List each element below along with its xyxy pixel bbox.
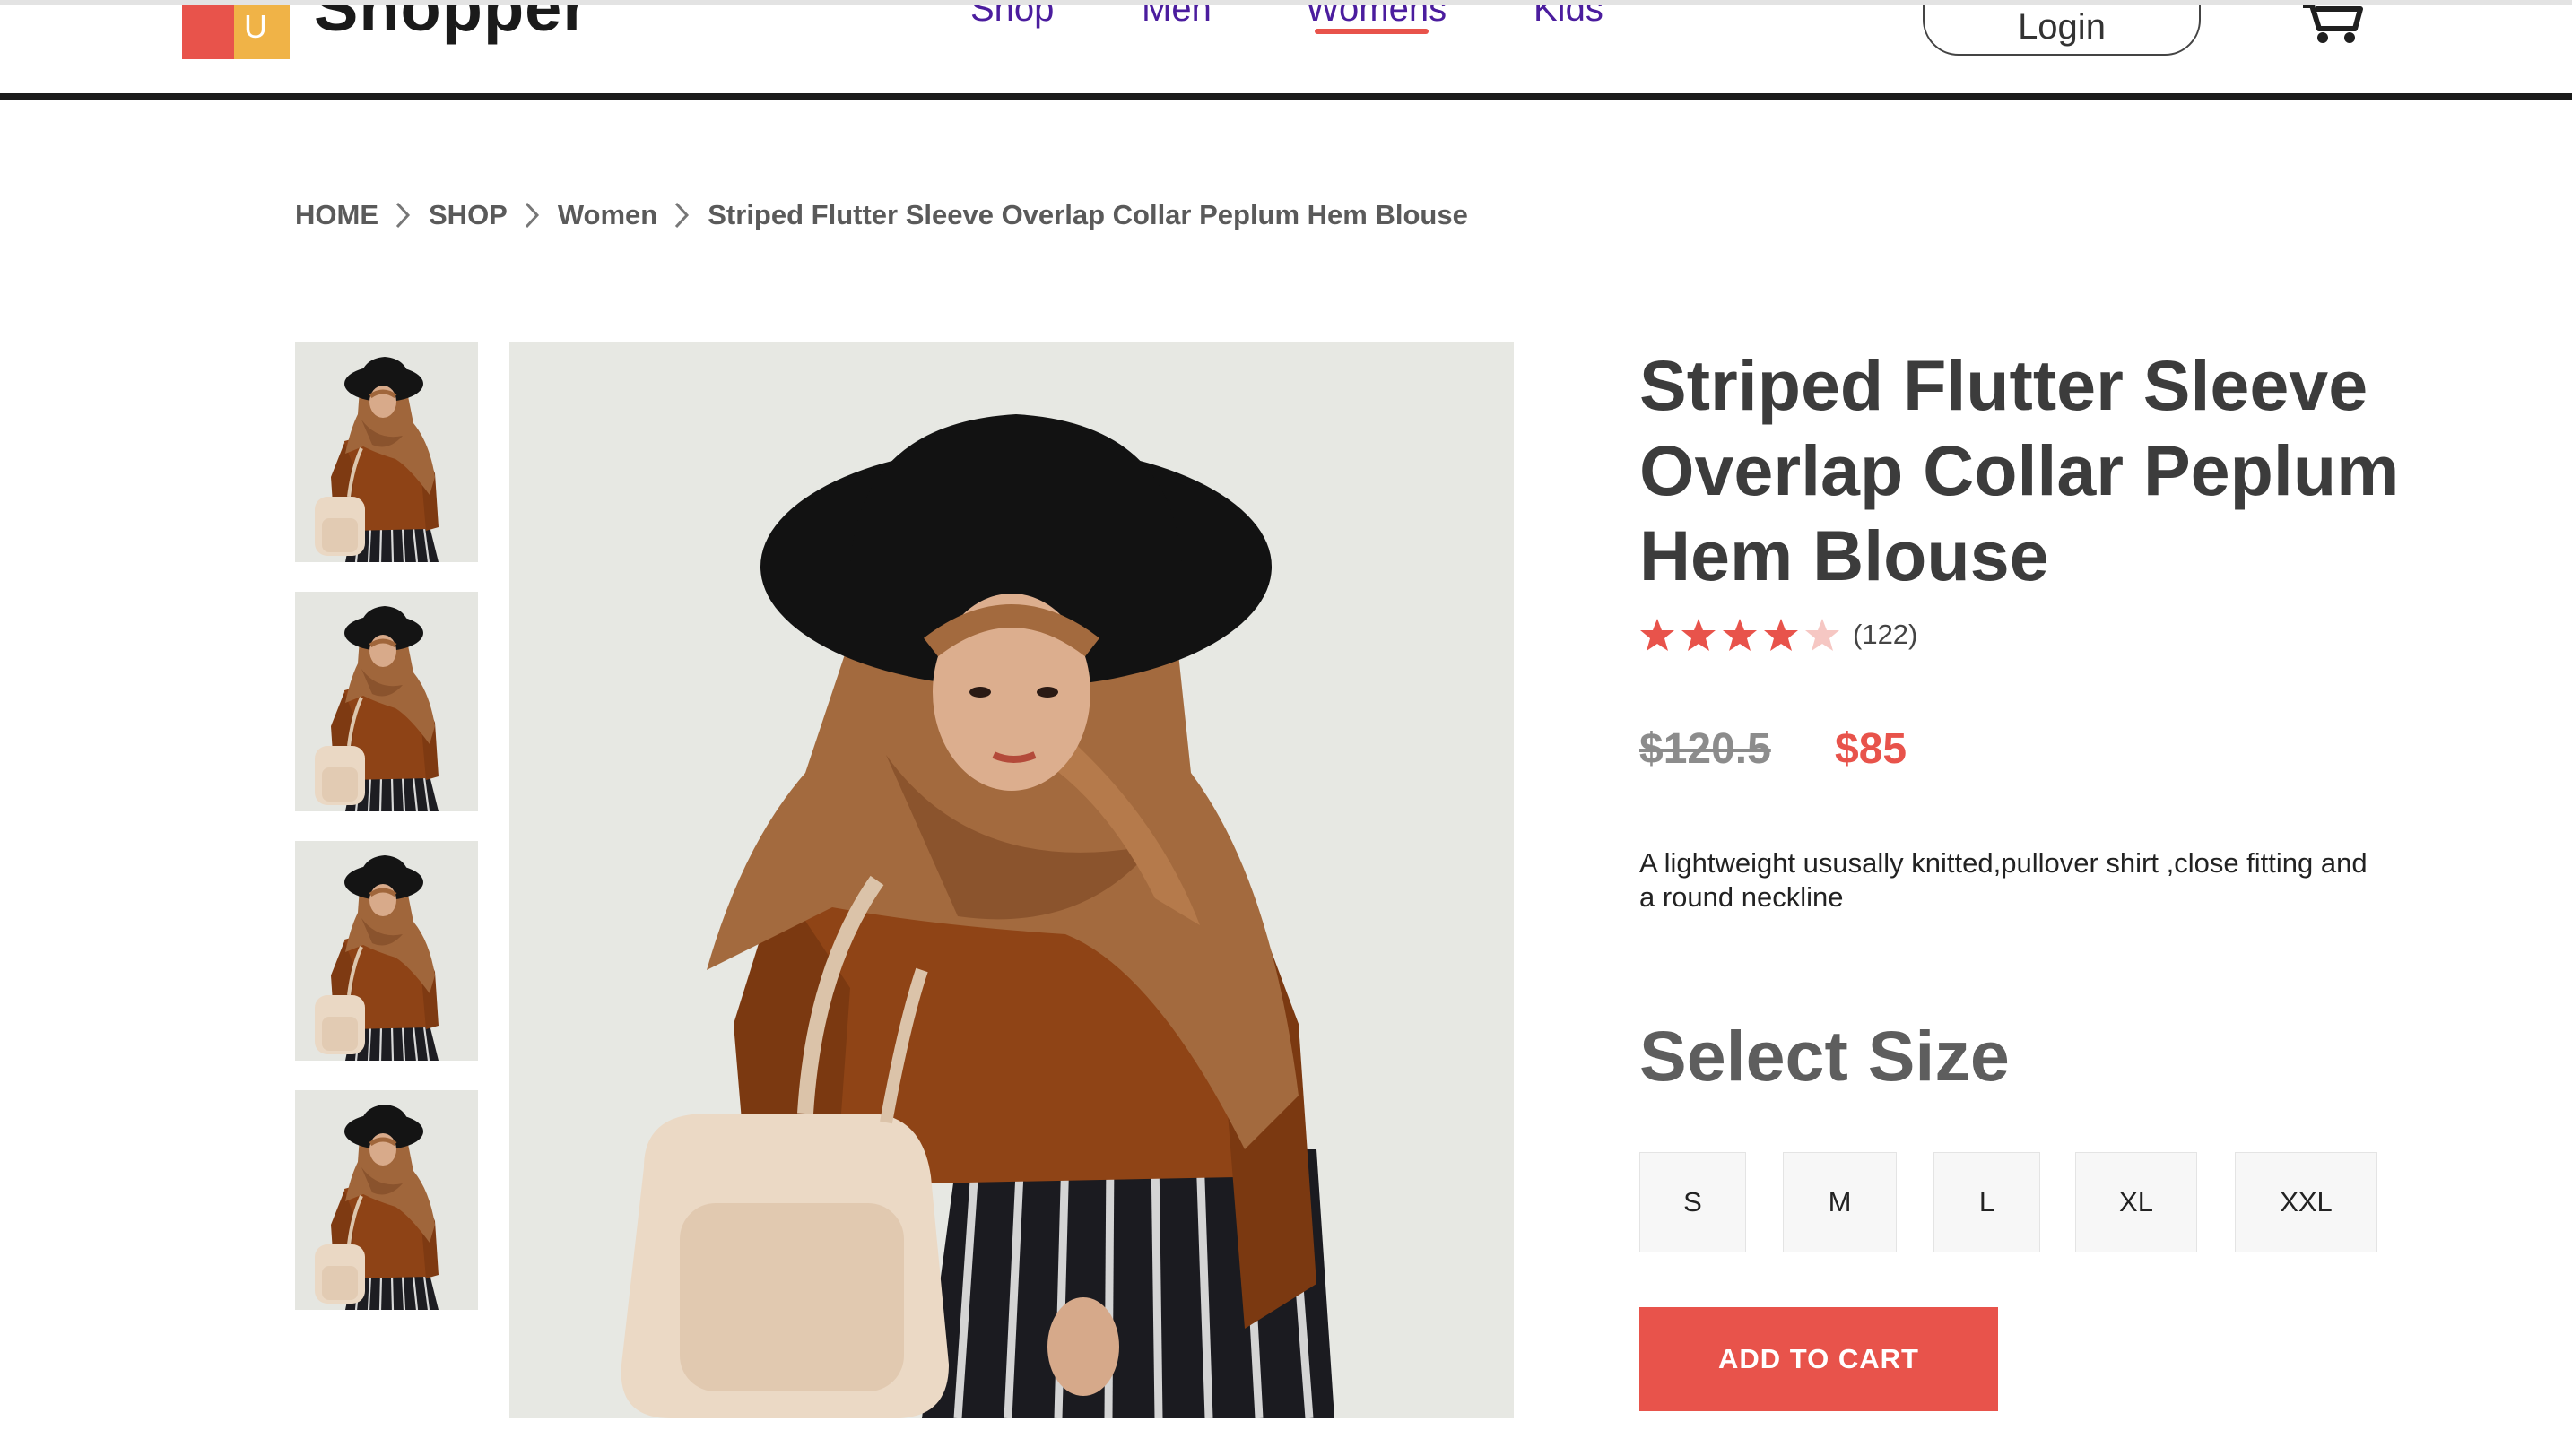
review-count[interactable]: (122): [1853, 619, 1917, 651]
original-price: $120.5: [1639, 725, 1771, 773]
site-header: U Shopper Shop Men Womens Kids Login: [0, 5, 2572, 93]
product-thumbnail-image: [295, 342, 478, 562]
product-thumbnail[interactable]: [295, 1090, 478, 1310]
add-to-cart-button[interactable]: ADD TO CART: [1639, 1307, 1998, 1411]
nav-link-womens[interactable]: Womens: [1306, 5, 1447, 30]
size-option-xl[interactable]: XL: [2075, 1152, 2197, 1252]
product-thumbnail-image: [295, 592, 478, 811]
size-option-l[interactable]: L: [1933, 1152, 2040, 1252]
star-filled-icon: [1681, 619, 1716, 651]
product-title: Striped Flutter Sleeve Overlap Collar Pe…: [1639, 345, 2400, 595]
product-description: A lightweight ususally knitted,pullover …: [1639, 847, 2368, 913]
shopping-bag-logo-icon[interactable]: U: [182, 5, 290, 59]
nav-active-indicator: [1315, 29, 1429, 34]
logo-letter: U: [244, 8, 267, 45]
breadcrumb-home[interactable]: HOME: [295, 199, 378, 231]
product-rating: (122): [1639, 617, 1917, 653]
brand-name[interactable]: Shopper: [314, 5, 589, 46]
login-button[interactable]: Login: [1923, 5, 2201, 56]
header-divider: [0, 93, 2572, 100]
nav-link-shop[interactable]: Shop: [970, 5, 1054, 30]
breadcrumb-shop[interactable]: SHOP: [429, 199, 508, 231]
nav-link-kids[interactable]: Kids: [1534, 5, 1603, 30]
breadcrumb-women[interactable]: Women: [558, 199, 657, 231]
cart-icon[interactable]: [2299, 5, 2364, 45]
product-thumbnail[interactable]: [295, 592, 478, 811]
size-section-heading: Select Size: [1639, 1016, 2010, 1096]
size-option-s[interactable]: S: [1639, 1152, 1746, 1252]
star-filled-icon: [1640, 619, 1674, 651]
sale-price: $85: [1835, 725, 1907, 773]
star-filled-icon: [1764, 619, 1798, 651]
chevron-right-icon: [675, 202, 690, 229]
product-thumbnail[interactable]: [295, 342, 478, 562]
breadcrumb-current-product: Striped Flutter Sleeve Overlap Collar Pe…: [708, 199, 1468, 230]
star-empty-icon: [1805, 619, 1839, 651]
product-main-image: [509, 342, 1514, 1418]
nav-link-men[interactable]: Men: [1142, 5, 1212, 30]
product-thumbnail[interactable]: [295, 841, 478, 1061]
star-filled-icon: [1723, 619, 1757, 651]
product-thumbnail-image: [295, 1090, 478, 1310]
breadcrumb: HOME SHOP Women Striped Flutter Sleeve O…: [295, 199, 1468, 231]
size-option-m[interactable]: M: [1783, 1152, 1897, 1252]
chevron-right-icon: [395, 202, 411, 229]
size-option-xxl[interactable]: XXL: [2235, 1152, 2377, 1252]
product-thumbnail-image: [295, 841, 478, 1061]
chevron-right-icon: [525, 202, 539, 229]
